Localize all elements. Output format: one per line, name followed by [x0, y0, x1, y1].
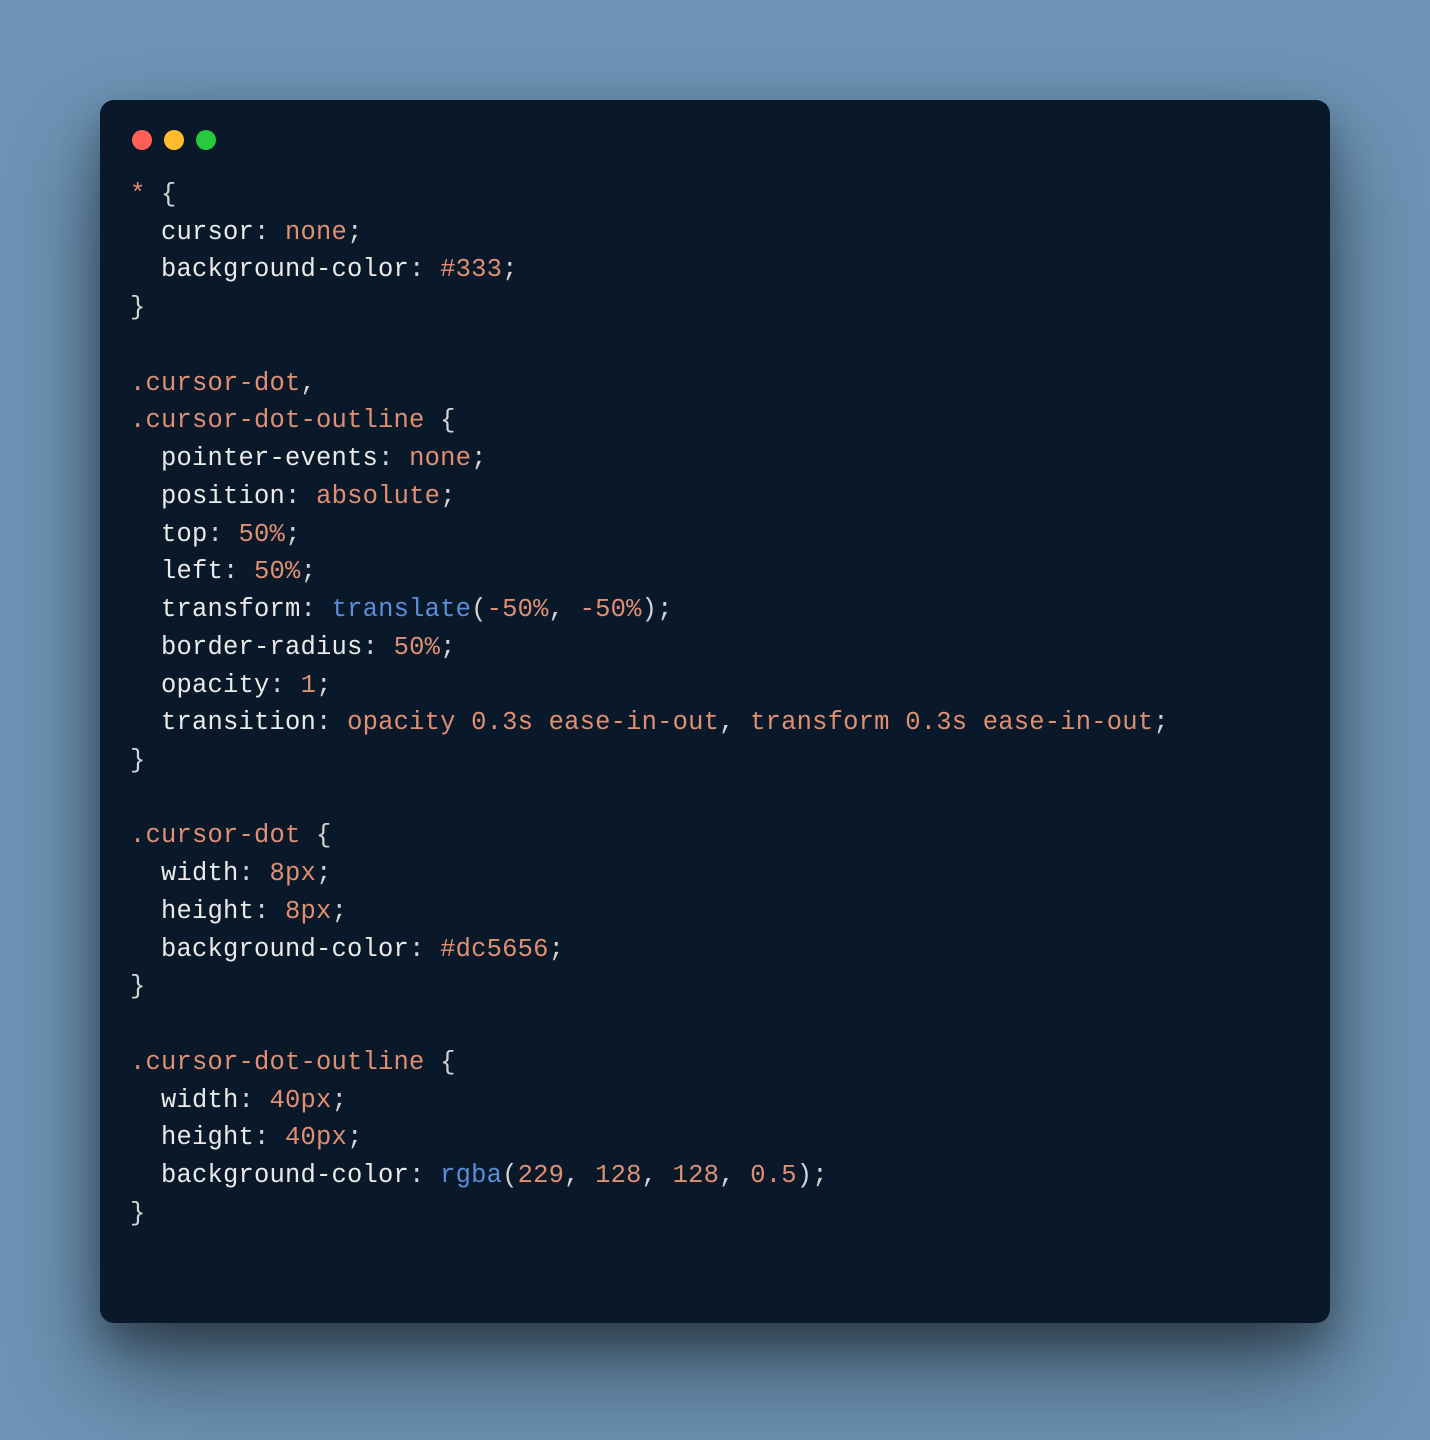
property: width — [161, 1086, 239, 1115]
selector: .cursor-dot — [130, 821, 301, 850]
property: height — [161, 897, 254, 926]
value: #333 — [440, 255, 502, 284]
property: height — [161, 1123, 254, 1152]
property: background-color — [161, 255, 409, 284]
brace-open: { — [301, 821, 332, 850]
property: transition — [161, 708, 316, 737]
code-editor: * { cursor: none; background-color: #333… — [130, 176, 1300, 1233]
property: transform — [161, 595, 301, 624]
brace-open: { — [425, 406, 456, 435]
code-line: background-color: #dc5656; — [130, 935, 564, 964]
value: #dc5656 — [440, 935, 549, 964]
code-line: border-radius: 50%; — [130, 633, 456, 662]
code-line: transform: translate(-50%, -50%); — [130, 595, 673, 624]
code-line: .cursor-dot { — [130, 821, 332, 850]
code-line: transition: opacity 0.3s ease-in-out, tr… — [130, 708, 1169, 737]
property: border-radius — [161, 633, 363, 662]
maximize-icon[interactable] — [196, 130, 216, 150]
function: rgba — [440, 1161, 502, 1190]
brace-close: } — [130, 293, 146, 322]
value: absolute — [316, 482, 440, 511]
brace-close: } — [130, 746, 146, 775]
value: 40px — [285, 1123, 347, 1152]
code-line: background-color: #333; — [130, 255, 518, 284]
value: 50% — [394, 633, 441, 662]
property: cursor — [161, 218, 254, 247]
property: background-color — [161, 935, 409, 964]
code-line: opacity: 1; — [130, 671, 332, 700]
selector: .cursor-dot-outline — [130, 406, 425, 435]
value: 8px — [270, 859, 317, 888]
selector: * — [130, 180, 146, 209]
value: 50% — [239, 520, 286, 549]
code-line: pointer-events: none; — [130, 444, 487, 473]
code-line: .cursor-dot-outline { — [130, 406, 456, 435]
value: 50% — [254, 557, 301, 586]
code-line: height: 40px; — [130, 1123, 363, 1152]
code-line: background-color: rgba(229, 128, 128, 0.… — [130, 1161, 828, 1190]
selector: .cursor-dot — [130, 369, 301, 398]
code-line: .cursor-dot, — [130, 369, 316, 398]
code-line: } — [130, 972, 146, 1001]
value: 8px — [285, 897, 332, 926]
property: background-color — [161, 1161, 409, 1190]
brace-open: { — [146, 180, 177, 209]
brace-close: } — [130, 972, 146, 1001]
property: left — [161, 557, 223, 586]
code-line: height: 8px; — [130, 897, 347, 926]
code-line: .cursor-dot-outline { — [130, 1048, 456, 1077]
brace-open: { — [425, 1048, 456, 1077]
code-line: } — [130, 1199, 146, 1228]
window-controls — [132, 130, 1300, 150]
selector: .cursor-dot-outline — [130, 1048, 425, 1077]
property: position — [161, 482, 285, 511]
code-line: cursor: none; — [130, 218, 363, 247]
code-window: * { cursor: none; background-color: #333… — [100, 100, 1330, 1323]
value: 40px — [270, 1086, 332, 1115]
brace-close: } — [130, 1199, 146, 1228]
value: 1 — [301, 671, 317, 700]
value: none — [285, 218, 347, 247]
close-icon[interactable] — [132, 130, 152, 150]
minimize-icon[interactable] — [164, 130, 184, 150]
code-line: width: 8px; — [130, 859, 332, 888]
property: top — [161, 520, 208, 549]
function: translate — [332, 595, 472, 624]
code-line: width: 40px; — [130, 1086, 347, 1115]
code-line: position: absolute; — [130, 482, 456, 511]
code-line: top: 50%; — [130, 520, 301, 549]
property: pointer-events — [161, 444, 378, 473]
code-line: } — [130, 746, 146, 775]
code-line: } — [130, 293, 146, 322]
code-line: left: 50%; — [130, 557, 316, 586]
property: width — [161, 859, 239, 888]
value: none — [409, 444, 471, 473]
code-line: * { — [130, 180, 177, 209]
property: opacity — [161, 671, 270, 700]
